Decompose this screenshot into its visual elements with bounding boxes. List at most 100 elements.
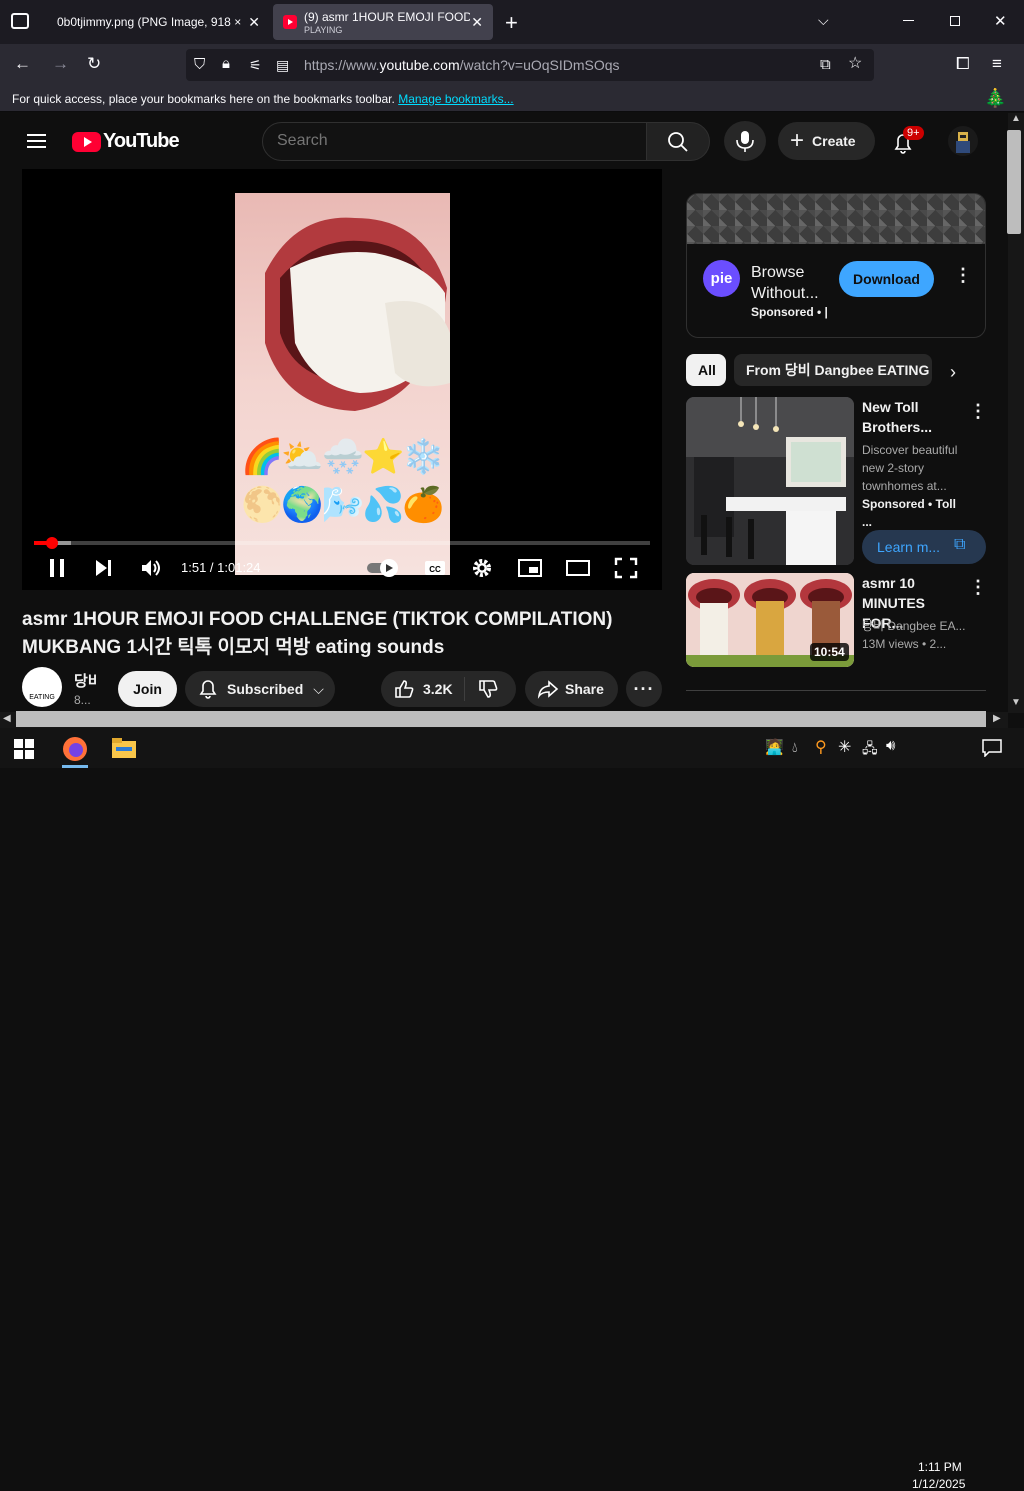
miniplayer-icon[interactable]	[517, 557, 543, 579]
navigation-toolbar: ← → ↻ ⛉ 🔒︎ ⚟ ▤ https://www.youtube.com/w…	[0, 44, 1024, 86]
ad-title[interactable]: Browse Without...	[751, 262, 831, 304]
list-tabs-chevron-icon[interactable]: ⌵	[818, 12, 829, 29]
tab-overview-icon[interactable]	[11, 13, 29, 29]
roblox-avatar-icon	[956, 132, 970, 153]
closed-captions-icon[interactable]: CC	[423, 558, 447, 578]
volume-icon[interactable]	[139, 557, 163, 579]
sponsored-ad-card[interactable]: pie Browse Without... Sponsored • | Down…	[686, 193, 986, 338]
thumbs-down-icon[interactable]	[477, 678, 499, 700]
chip-all[interactable]: All	[686, 354, 726, 386]
more-actions-button[interactable]: ···	[626, 671, 662, 707]
recommendation-more-options-icon[interactable]: ⋮	[969, 578, 987, 596]
reader-mode-icon[interactable]: ▤	[276, 55, 289, 75]
progress-bar[interactable]	[34, 537, 650, 549]
ad-download-button[interactable]: Download	[839, 261, 934, 297]
picture-in-picture-icon[interactable]: ⧉	[820, 55, 831, 75]
join-label: Join	[133, 681, 162, 697]
taskbar-date[interactable]: 1/12/2025	[912, 1477, 965, 1491]
url-prefix: https://www.	[304, 57, 380, 73]
tray-droplet-icon[interactable]: 💧︎	[792, 739, 798, 756]
like-count: 3.2K	[423, 681, 453, 697]
tab-png-image[interactable]: 0b0tjimmy.png (PNG Image, 918 × ✕	[44, 4, 270, 40]
tray-asterisk-icon[interactable]: ✳	[838, 737, 851, 757]
recommendation-title[interactable]: New Toll Brothers...	[862, 397, 962, 437]
app-menu-icon[interactable]: ≡	[992, 54, 1002, 74]
channel-name[interactable]: 당비	[74, 670, 96, 691]
minimize-icon[interactable]	[903, 20, 914, 21]
youtube-logo[interactable]: YouTube	[72, 130, 180, 153]
network-icon[interactable]: 🖧︎	[862, 738, 878, 762]
theater-mode-icon[interactable]	[565, 557, 591, 579]
learn-more-button[interactable]: Learn m... ⧉	[862, 530, 986, 564]
chevron-right-icon[interactable]: ›	[950, 362, 956, 383]
plus-icon: +	[790, 127, 805, 154]
like-button[interactable]: 3.2K	[381, 671, 516, 707]
recommendation-channel[interactable]: 당비 Dangbee EA...	[862, 617, 966, 635]
hamburger-menu-icon[interactable]	[27, 134, 46, 148]
share-button[interactable]: Share	[525, 671, 618, 707]
windows-start-icon[interactable]	[14, 739, 34, 759]
settings-gear-icon[interactable]	[470, 557, 494, 579]
voice-search-button[interactable]	[724, 121, 766, 161]
taskbar-time[interactable]: 1:11 PM	[918, 1460, 962, 1474]
forward-arrow-icon[interactable]: →	[52, 54, 69, 74]
search-icon	[668, 132, 688, 152]
vertical-scrollbar-thumb[interactable]	[1007, 130, 1021, 234]
search-input[interactable]	[277, 132, 617, 150]
tray-app-icon[interactable]: 🧑‍💻	[765, 738, 784, 756]
join-button[interactable]: Join	[118, 671, 177, 707]
pause-icon[interactable]	[46, 557, 70, 579]
emoji-row-2: 🌕🌍🌬️💦🍊	[241, 486, 445, 524]
file-explorer-icon[interactable]	[112, 738, 136, 758]
chip-from-channel[interactable]: From 당비 Dangbee EATING	[734, 354, 932, 386]
next-video-icon[interactable]	[92, 557, 116, 579]
back-arrow-icon[interactable]: ←	[14, 54, 31, 74]
video-player[interactable]: 🌈⛅🌨️⭐❄️ 🌕🌍🌬️💦🍊 1:51 / 1:01:24 CC	[22, 169, 662, 590]
tab-youtube[interactable]: (9) asmr 1HOUR EMOJI FOOD C PLAYING ✕	[273, 4, 493, 40]
horizontal-scrollbar-thumb[interactable]	[16, 711, 986, 727]
youtube-header: YouTube + Create 9+	[0, 113, 1008, 169]
firefox-icon[interactable]	[62, 736, 88, 762]
ad-more-options-icon[interactable]: ⋮	[954, 266, 972, 284]
shield-icon[interactable]: ⛉	[194, 55, 205, 75]
channel-avatar[interactable]: EATING	[22, 667, 62, 707]
window-close-icon[interactable]: ✕	[994, 12, 1007, 30]
scroll-down-arrow-icon[interactable]: ▼	[1011, 697, 1021, 708]
share-label: Share	[565, 681, 604, 697]
recommendation-thumbnail[interactable]	[686, 397, 854, 565]
browser-tab-bar: 0b0tjimmy.png (PNG Image, 918 × ✕ (9) as…	[0, 0, 1024, 44]
create-button[interactable]: + Create	[778, 122, 875, 160]
volume-icon[interactable]: 🔊︎	[886, 737, 895, 754]
channel-avatar-text: EATING	[29, 694, 55, 701]
permissions-icon[interactable]: ⚟	[249, 55, 262, 75]
scrubber-handle[interactable]	[46, 537, 59, 549]
bookmarks-toolbar: For quick access, place your bookmarks h…	[0, 86, 1024, 112]
scroll-right-arrow-icon[interactable]: ▶	[993, 713, 1001, 724]
url-bar[interactable]: ⛉ 🔒︎ ⚟ ▤ https://www.youtube.com/watch?v…	[186, 49, 874, 81]
close-icon[interactable]: ✕	[471, 14, 483, 31]
bookmark-star-icon[interactable]: ☆	[848, 54, 862, 74]
tab-title: 0b0tjimmy.png (PNG Image, 918 ×	[57, 15, 241, 29]
subscribed-button[interactable]: Subscribed ⌵	[185, 671, 335, 707]
account-avatar[interactable]	[948, 126, 978, 156]
scroll-up-arrow-icon[interactable]: ▲	[1011, 113, 1021, 124]
recommendation-more-options-icon[interactable]: ⋮	[969, 402, 987, 420]
microphone-icon	[736, 131, 754, 152]
search-button[interactable]	[646, 122, 710, 161]
video-frame[interactable]: 🌈⛅🌨️⭐❄️ 🌕🌍🌬️💦🍊	[235, 193, 450, 575]
url-text[interactable]: https://www.youtube.com/watch?v=uOqSIDmS…	[304, 57, 620, 73]
youtube-wordmark: YouTube	[103, 130, 180, 152]
manage-bookmarks-link[interactable]: Manage bookmarks...	[398, 92, 513, 106]
autoplay-toggle-icon[interactable]	[365, 558, 401, 578]
notification-center-icon[interactable]	[982, 739, 1002, 757]
extensions-icon[interactable]: ⧠	[956, 54, 970, 74]
reload-icon[interactable]: ↻	[87, 54, 101, 74]
restore-icon[interactable]	[950, 16, 960, 26]
scroll-left-arrow-icon[interactable]: ◀	[3, 713, 11, 724]
search-box[interactable]	[262, 122, 647, 161]
lock-icon[interactable]: 🔒︎	[222, 54, 230, 74]
new-tab-plus-icon[interactable]: +	[505, 10, 518, 36]
fullscreen-icon[interactable]	[614, 557, 638, 579]
close-icon[interactable]: ✕	[248, 14, 260, 31]
tray-search-icon[interactable]: ⚲	[815, 737, 827, 757]
